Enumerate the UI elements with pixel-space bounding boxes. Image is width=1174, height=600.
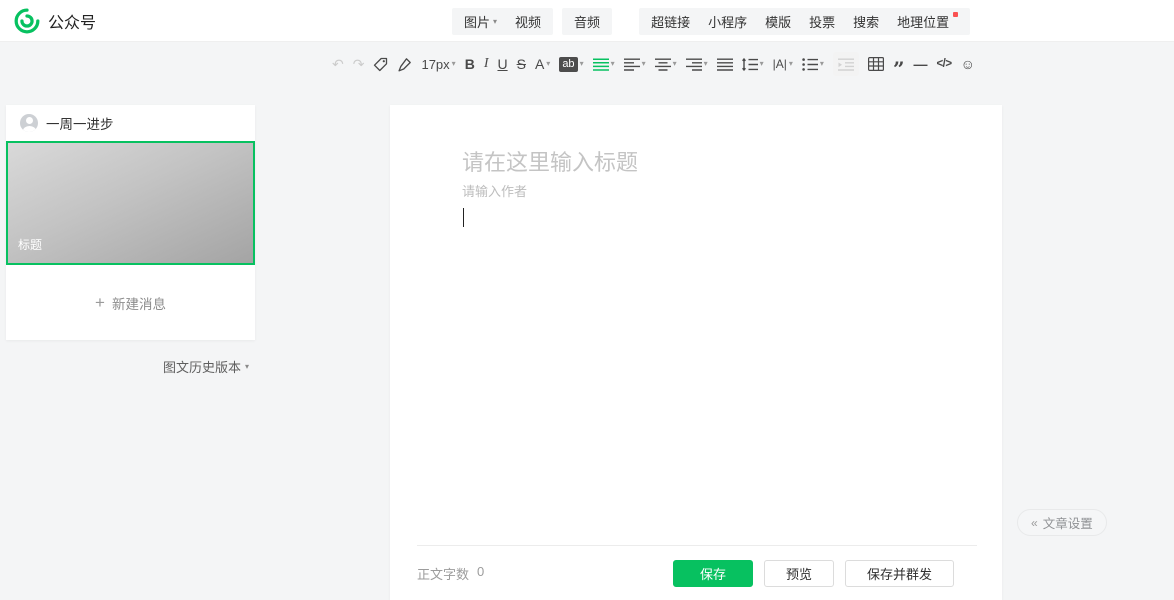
article-settings-label: 文章设置 (1043, 513, 1093, 532)
account-row[interactable]: 一周一进步 (6, 105, 255, 141)
blockquote-button[interactable]: ” (893, 52, 905, 76)
align-center-icon (655, 57, 671, 72)
word-count-value: 0 (477, 564, 484, 583)
format-toolbar: ↶ ↷ 17px▾ B I U S A▾ ab▾ ▾ ▾ ▾ (0, 42, 1174, 86)
new-badge-dot (953, 12, 958, 17)
title-input[interactable]: 请在这里输入标题 (462, 145, 638, 177)
emoji-button[interactable]: ☺ (961, 52, 975, 76)
article-settings-button[interactable]: « 文章设置 (1017, 509, 1107, 536)
text-color-lines-icon (593, 57, 609, 72)
top-header: 公众号 图片▾ 视频 音频 超链接 小程序 模版 投票 搜索 地理位置 (0, 0, 1174, 42)
audio-menu-group: 音频 (562, 8, 612, 35)
strikethrough-button[interactable]: S (517, 52, 526, 76)
new-message-label: 新建消息 (112, 293, 166, 313)
menu-item-location[interactable]: 地理位置 (888, 12, 967, 31)
align-left-icon (624, 57, 640, 72)
italic-button[interactable]: I (484, 52, 489, 76)
menu-item-vote[interactable]: 投票 (800, 12, 844, 31)
menu-item-miniprogram[interactable]: 小程序 (699, 12, 756, 31)
new-message-button[interactable]: + 新建消息 (6, 265, 255, 340)
bold-button[interactable]: B (465, 52, 475, 76)
indent-icon (838, 57, 854, 72)
editor-panel: 请在这里输入标题 请输入作者 正文字数 0 保存 预览 保存并群发 (390, 105, 1002, 600)
justify-button[interactable] (717, 52, 733, 76)
font-color-select[interactable]: A▾ (535, 52, 550, 76)
chevron-down-icon: ▾ (611, 60, 615, 68)
chevron-down-icon: ▾ (704, 60, 708, 68)
chevron-down-icon: ▾ (820, 60, 824, 68)
plus-icon: + (95, 293, 105, 313)
redo-button[interactable]: ↷ (353, 52, 365, 76)
highlight-select[interactable]: ab▾ (559, 52, 583, 76)
menu-item-video[interactable]: 视频 (506, 12, 550, 31)
line-height-select[interactable]: ▾ (742, 52, 764, 76)
word-count-label: 正文字数 (417, 564, 469, 583)
line-height-icon (742, 57, 758, 72)
menu-item-audio[interactable]: 音频 (565, 12, 609, 31)
align-right-icon (686, 57, 702, 72)
account-name: 一周一进步 (46, 113, 114, 133)
menu-item-hyperlink[interactable]: 超链接 (642, 12, 699, 31)
text-cursor (463, 208, 464, 227)
undo-button[interactable]: ↶ (332, 52, 344, 76)
align-right-select[interactable]: ▾ (686, 52, 708, 76)
underline-button[interactable]: U (497, 52, 507, 76)
brand-name: 公众号 (48, 9, 96, 33)
list-select[interactable]: ▾ (802, 52, 824, 76)
format-brush-button[interactable] (397, 52, 412, 76)
article-card-selected[interactable]: 标题 (6, 141, 255, 265)
account-avatar-icon (20, 114, 38, 132)
article-list-panel: 一周一进步 标题 + 新建消息 (6, 105, 255, 340)
word-count: 正文字数 0 (417, 564, 484, 583)
text-color-lines-select[interactable]: ▾ (593, 52, 615, 76)
table-button[interactable] (868, 52, 884, 76)
media-menu-group: 图片▾ 视频 (452, 8, 553, 35)
indent-button-disabled[interactable] (833, 52, 859, 76)
tag-button[interactable] (373, 52, 388, 76)
chevron-down-icon: ▾ (245, 362, 249, 371)
letter-spacing-select[interactable]: |A|▾ (773, 52, 793, 76)
format-brush-icon (397, 57, 412, 72)
header-menu: 图片▾ 视频 音频 超链接 小程序 模版 投票 搜索 地理位置 (452, 8, 970, 35)
chevron-down-icon: ▾ (789, 60, 793, 68)
menu-item-image[interactable]: 图片▾ (455, 12, 506, 31)
action-buttons: 保存 预览 保存并群发 (673, 560, 954, 587)
menu-item-search[interactable]: 搜索 (844, 12, 888, 31)
article-card-title: 标题 (18, 236, 42, 253)
tag-icon (373, 57, 388, 72)
chevron-down-icon: ▾ (493, 17, 497, 26)
save-button[interactable]: 保存 (673, 560, 753, 587)
editor-footer: 正文字数 0 保存 预览 保存并群发 (417, 546, 980, 600)
align-left-select[interactable]: ▾ (624, 52, 646, 76)
history-versions-link[interactable]: 图文历史版本 ▾ (6, 357, 249, 376)
save-and-send-button[interactable]: 保存并群发 (845, 560, 954, 587)
chevron-down-icon: ▾ (642, 60, 646, 68)
chevron-down-icon: ▾ (452, 60, 456, 68)
chevron-down-icon: ▾ (580, 60, 584, 68)
justify-icon (717, 57, 733, 72)
chevron-down-icon: ▾ (673, 60, 677, 68)
brand[interactable]: 公众号 (14, 8, 96, 34)
horizontal-rule-button[interactable]: — (913, 52, 927, 76)
chevron-down-icon: ▾ (760, 60, 764, 68)
font-size-select[interactable]: 17px▾ (421, 52, 455, 76)
table-icon (868, 57, 884, 71)
author-input[interactable]: 请输入作者 (462, 181, 527, 200)
double-chevron-icon: « (1031, 516, 1038, 530)
list-icon (802, 57, 818, 72)
insert-menu-group: 超链接 小程序 模版 投票 搜索 地理位置 (639, 8, 970, 35)
chevron-down-icon: ▾ (546, 60, 550, 68)
menu-item-template[interactable]: 模版 (756, 12, 800, 31)
preview-button[interactable]: 预览 (764, 560, 834, 587)
wechat-official-logo-icon (14, 8, 40, 34)
align-center-select[interactable]: ▾ (655, 52, 677, 76)
code-button[interactable]: </> (936, 52, 951, 76)
